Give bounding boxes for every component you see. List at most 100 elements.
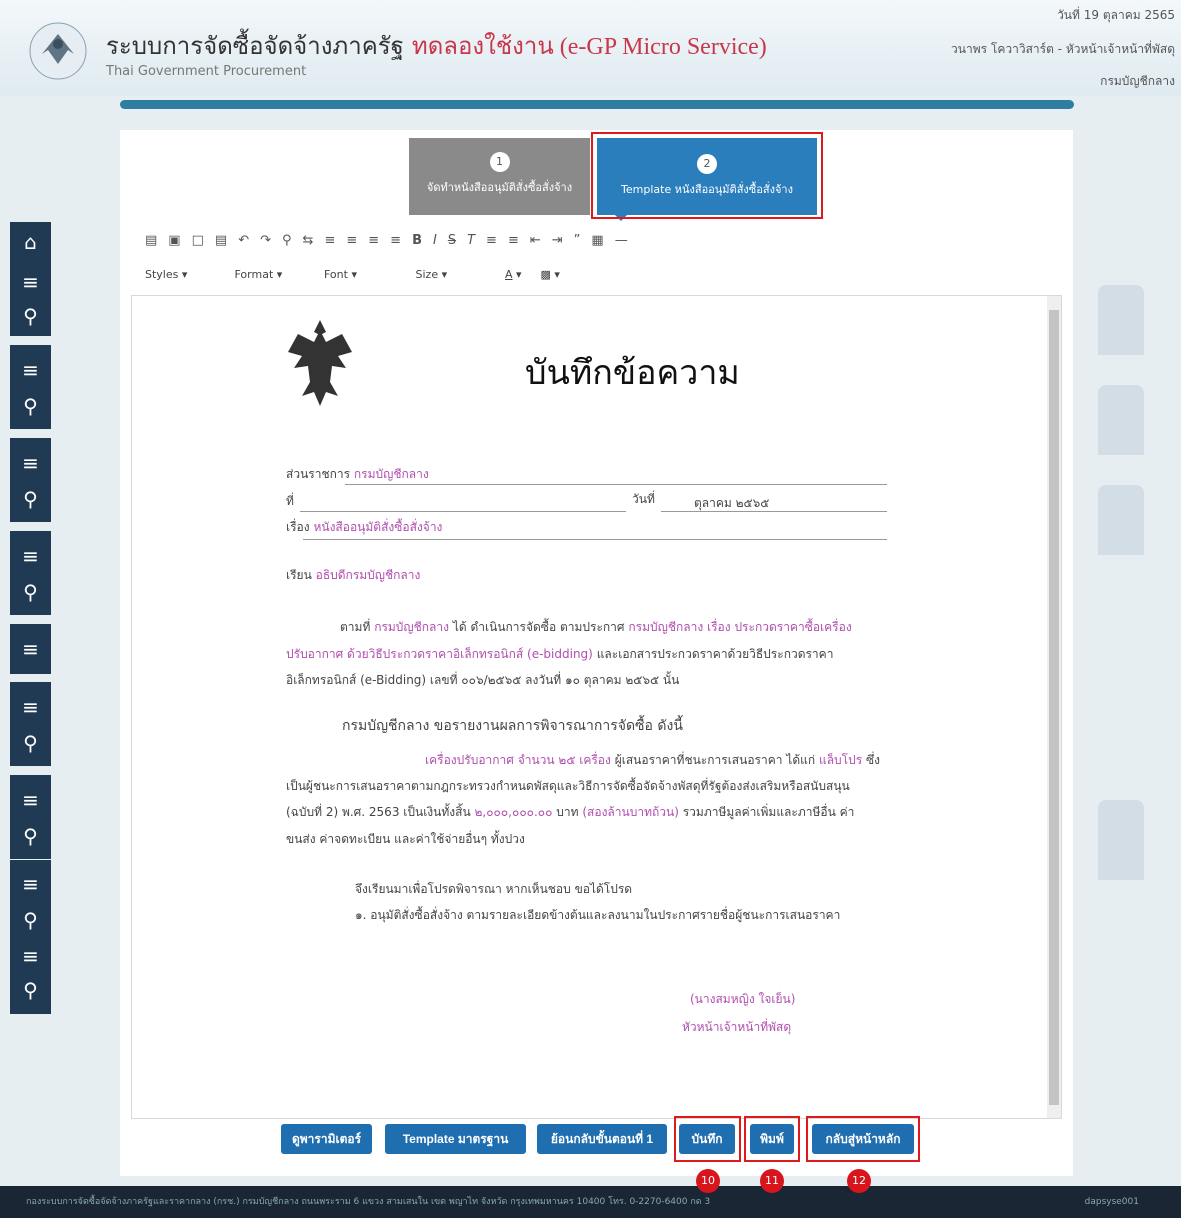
redo-icon[interactable]: ↷: [260, 233, 271, 248]
highlight-box: [591, 132, 823, 219]
paragraph-2: กรมบัญชีกลาง ขอรายงานผลการพิจารณาการจัดซ…: [342, 718, 683, 734]
paragraph-3-line-2: เป็นผู้ชนะการเสนอราคาตามกฎกระทรวงกำหนดพั…: [286, 779, 850, 793]
menu-icon[interactable]: ≡: [10, 350, 51, 390]
paragraph-1-line-2: ปรับอากาศ ด้วยวิธีประกวดราคาอิเล็กทรอนิก…: [286, 645, 833, 664]
step-label: จัดทำหนังสืออนุมัติสั่งซื้อสั่งจ้าง: [426, 181, 573, 194]
preview-icon[interactable]: ▣: [168, 233, 180, 248]
justify-icon[interactable]: ≡: [390, 233, 401, 248]
search-icon[interactable]: ⚲: [10, 723, 51, 763]
p1-text: ตามที่: [340, 620, 371, 634]
size-dropdown[interactable]: Size ▾: [416, 268, 502, 281]
footer-address: กองระบบการจัดซื้อจัดจ้างภาครัฐและราคากลา…: [26, 1197, 711, 1207]
hr-icon[interactable]: —: [615, 233, 628, 248]
department-seal-logo: [29, 22, 87, 80]
header-user[interactable]: วนาพร โควาวิสาร์ต - หัวหน้าเจ้าหน้าที่พั…: [951, 40, 1175, 59]
copy-icon[interactable]: □: [192, 233, 204, 248]
bold-icon[interactable]: B: [412, 233, 422, 248]
clear-format-icon[interactable]: T: [467, 233, 475, 248]
font-dropdown[interactable]: Font ▾: [324, 268, 412, 281]
garuda-emblem-icon: [288, 320, 352, 406]
p1-text: ได้ ดำเนินการจัดซื้อ ตามประกาศ: [452, 620, 625, 634]
align-right-icon[interactable]: ≡: [368, 233, 379, 248]
font-label: Font: [324, 268, 348, 281]
office-value: กรมบัญชีกลาง: [353, 467, 429, 481]
table-icon[interactable]: ▦: [591, 233, 603, 248]
menu-icon[interactable]: ≡: [10, 780, 51, 820]
ref-underline: [300, 511, 626, 512]
search-icon[interactable]: ⚲: [10, 572, 51, 612]
italic-icon[interactable]: I: [433, 233, 437, 248]
date-underline: [661, 511, 887, 512]
bg-color-icon[interactable]: ▩ ▾: [541, 268, 560, 281]
app-title-text: ระบบการจัดซื้อจัดจ้างภาครัฐ: [106, 34, 404, 60]
styles-dropdown[interactable]: Styles ▾: [145, 268, 231, 281]
subject-underline: [303, 539, 887, 540]
indent-icon[interactable]: ⇥: [552, 233, 563, 248]
strike-icon[interactable]: S: [448, 233, 456, 248]
search-icon[interactable]: ⚲: [10, 816, 51, 856]
paragraph-3-line-1: เครื่องปรับอากาศ จำนวน ๒๕ เครื่อง ผู้เสน…: [425, 751, 880, 770]
editor-scrollbar-thumb[interactable]: [1049, 310, 1059, 1105]
align-center-icon[interactable]: ≡: [346, 233, 357, 248]
search-icon[interactable]: ⚲: [10, 970, 51, 1010]
p1-announcement: กรมบัญชีกลาง เรื่อง ประกวดราคาซื้อเครื่อ…: [628, 620, 852, 634]
date-label: วันที่: [632, 492, 655, 506]
office-label: ส่วนราชการ: [286, 467, 351, 481]
background-decoration: [1098, 285, 1144, 355]
subject-value: หนังสืออนุมัติสั่งซื้อสั่งจ้าง: [313, 520, 443, 534]
document-editor[interactable]: [131, 295, 1062, 1119]
p1-text: และเอกสารประกวดราคาด้วยวิธีประกวดราคา: [596, 647, 834, 661]
view-parameters-button[interactable]: ดูพารามิเตอร์: [281, 1124, 372, 1154]
paste-icon[interactable]: ▤: [215, 233, 227, 248]
blockquote-icon[interactable]: ”: [574, 233, 581, 248]
ordered-list-icon[interactable]: ≡: [486, 233, 497, 248]
search-icon[interactable]: ⚲: [10, 900, 51, 940]
step-1-tab[interactable]: 1 จัดทำหนังสืออนุมัติสั่งซื้อสั่งจ้าง: [409, 138, 590, 215]
menu-icon[interactable]: ≡: [10, 629, 51, 669]
progress-bar: [120, 100, 1074, 109]
menu-icon[interactable]: ≡: [10, 443, 51, 483]
header-date: วันที่ 19 ตุลาคม 2565: [1057, 8, 1175, 22]
footer: กองระบบการจัดซื้อจัดจ้างภาครัฐและราคากลา…: [0, 1186, 1181, 1218]
trial-label: ทดลองใช้งาน (e-GP Micro Service): [411, 34, 767, 60]
format-dropdown[interactable]: Format ▾: [235, 268, 321, 281]
paragraph-3-line-4: ขนส่ง ค่าจดทะเบียน และค่าใช้จ่ายอื่นๆ ทั…: [286, 832, 525, 846]
standard-template-button[interactable]: Template มาตรฐาน: [385, 1124, 526, 1154]
step-badge: 11: [760, 1169, 784, 1193]
signer-name: (นางสมหญิง ใจเย็น): [690, 992, 796, 1006]
p3-item: เครื่องปรับอากาศ จำนวน ๒๕ เครื่อง: [425, 753, 611, 767]
back-to-step-1-button[interactable]: ย้อนกลับขั้นตอนที่ 1: [537, 1124, 667, 1154]
outdent-icon[interactable]: ⇤: [530, 233, 541, 248]
ref-label: ที่: [286, 494, 294, 508]
editor-toolbar: ▤ ▣ □ ▤ ↶ ↷ ⚲ ⇆ ≡ ≡ ≡ ≡ B I S T ≡ ≡ ⇤ ⇥ ” ▦ —: [145, 233, 639, 248]
highlight-box: [806, 1116, 920, 1162]
to-value: อธิบดีกรมบัญชีกลาง: [315, 568, 421, 582]
undo-icon[interactable]: ↶: [238, 233, 249, 248]
subject-label: เรื่อง: [286, 520, 310, 534]
p3-text: ผู้เสนอราคาที่ชนะการเสนอราคา ได้แก่: [614, 753, 816, 767]
p3-text: บาท: [556, 805, 579, 819]
p3-text: รวมภาษีมูลค่าเพิ่มและภาษีอื่น ค่า: [682, 805, 855, 819]
replace-icon[interactable]: ⇆: [303, 233, 314, 248]
align-left-icon[interactable]: ≡: [324, 233, 335, 248]
search-icon[interactable]: ⚲: [10, 479, 51, 519]
menu-icon[interactable]: ≡: [10, 536, 51, 576]
search-icon[interactable]: ⚲: [10, 296, 51, 336]
background-decoration: [1098, 385, 1144, 455]
office-row: ส่วนราชการ กรมบัญชีกลาง: [286, 465, 429, 484]
to-label: เรียน: [286, 568, 312, 582]
header-department: กรมบัญชีกลาง: [1100, 74, 1175, 88]
p3-winner: แล็บโปร: [818, 753, 863, 767]
text-color-icon[interactable]: A ▾: [505, 268, 537, 281]
highlight-box: [674, 1116, 741, 1162]
home-icon[interactable]: ⌂: [10, 222, 51, 262]
p1-method: ปรับอากาศ ด้วยวิธีประกวดราคาอิเล็กทรอนิก…: [286, 647, 593, 661]
menu-icon[interactable]: ≡: [10, 864, 51, 904]
menu-icon[interactable]: ≡: [10, 687, 51, 727]
signer-title: หัวหน้าเจ้าหน้าที่พัสดุ: [682, 1020, 792, 1034]
subject-row: เรื่อง หนังสืออนุมัติสั่งซื้อสั่งจ้าง: [286, 518, 442, 537]
find-icon[interactable]: ⚲: [282, 233, 292, 248]
bullet-list-icon[interactable]: ≡: [508, 233, 519, 248]
source-icon[interactable]: ▤: [145, 233, 157, 248]
search-icon[interactable]: ⚲: [10, 386, 51, 426]
